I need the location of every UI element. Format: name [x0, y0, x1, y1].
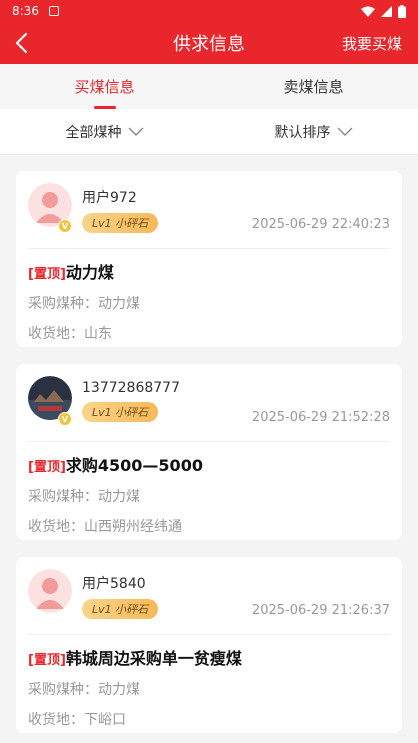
pinned-tag: [置顶]: [28, 653, 66, 668]
coal-type-row: 采购煤种：动力煤: [28, 293, 390, 313]
post-title: [置顶]求购4500—5000: [28, 452, 390, 476]
back-button[interactable]: [0, 22, 42, 64]
post-title: [置顶]韩城周边采购单一贫瘦煤: [28, 645, 390, 669]
sort-filter-label: 默认排序: [274, 124, 331, 141]
post-header: V 13772868777 Lv1 小砰石 2025-06-29 21:52:2…: [28, 376, 390, 442]
post-time: 2025-06-29 21:52:28: [251, 410, 390, 425]
verified-icon: V: [58, 219, 72, 233]
coal-type-label: 采购煤种：: [28, 489, 98, 505]
delivery-row: 收货地：山东: [28, 323, 390, 343]
sort-filter[interactable]: 默认排序: [209, 109, 418, 154]
wifi-icon: [361, 6, 375, 17]
delivery-row: 收货地：下峪口: [28, 709, 390, 729]
signal-icon: [381, 5, 392, 17]
pinned-tag: [置顶]: [28, 460, 66, 475]
coal-type-row: 采购煤种：动力煤: [28, 679, 390, 699]
delivery-value: 山东: [84, 326, 112, 342]
coal-type-row: 采购煤种：动力煤: [28, 486, 390, 506]
post-title-text: 求购4500—5000: [65, 456, 203, 475]
pinned-tag: [置顶]: [28, 267, 66, 282]
chevron-down-icon: [128, 127, 143, 136]
status-time: 8:36: [12, 4, 39, 18]
post-title: [置顶]动力煤: [28, 259, 390, 283]
coal-type-value: 动力煤: [98, 682, 140, 698]
battery-icon: [398, 4, 406, 18]
post-list: V 用户972 Lv1 小砰石 2025-06-29 22:40:23 [置顶]…: [0, 155, 418, 733]
post-header: 用户5840 Lv1 小砰石 2025-06-29 21:26:37: [28, 569, 390, 635]
avatar: V: [28, 183, 72, 233]
coal-type-filter-label: 全部煤种: [65, 124, 122, 141]
post-card[interactable]: V 13772868777 Lv1 小砰石 2025-06-29 21:52:2…: [16, 364, 402, 540]
user-name: 13772868777: [82, 380, 180, 396]
status-bar: 8:36: [0, 0, 418, 22]
chevron-down-icon: [337, 127, 352, 136]
avatar: V: [28, 376, 72, 426]
coal-type-label: 采购煤种：: [28, 682, 98, 698]
post-header: V 用户972 Lv1 小砰石 2025-06-29 22:40:23: [28, 183, 390, 249]
post-time: 2025-06-29 21:26:37: [251, 603, 390, 618]
coal-type-value: 动力煤: [98, 296, 140, 312]
delivery-label: 收货地：: [28, 519, 84, 535]
avatar: [28, 569, 72, 613]
delivery-label: 收货地：: [28, 712, 84, 728]
level-badge: Lv1 小砰石: [82, 599, 159, 619]
coal-type-filter[interactable]: 全部煤种: [0, 109, 209, 154]
user-name: 用户972: [82, 190, 137, 206]
post-time: 2025-06-29 22:40:23: [251, 217, 390, 232]
post-card[interactable]: V 用户972 Lv1 小砰石 2025-06-29 22:40:23 [置顶]…: [16, 171, 402, 347]
verified-icon: V: [58, 412, 72, 426]
user-name: 用户5840: [82, 576, 146, 592]
level-badge: Lv1 小砰石: [82, 402, 159, 422]
delivery-label: 收货地：: [28, 326, 84, 342]
delivery-value: 山西朔州经纬通: [84, 519, 182, 535]
delivery-row: 收货地：山西朔州经纬通: [28, 516, 390, 536]
default-avatar-icon: [28, 569, 72, 613]
level-badge: Lv1 小砰石: [82, 213, 159, 233]
post-title-text: 动力煤: [65, 263, 114, 282]
nav-bar: 供求信息 我要买煤: [0, 22, 418, 64]
delivery-value: 下峪口: [84, 712, 126, 728]
tab-buy-coal[interactable]: 买煤信息: [0, 64, 209, 109]
filter-bar: 全部煤种 默认排序: [0, 109, 418, 155]
post-card[interactable]: 用户5840 Lv1 小砰石 2025-06-29 21:26:37 [置顶]韩…: [16, 557, 402, 733]
coal-type-label: 采购煤种：: [28, 296, 98, 312]
notification-icon: [48, 6, 59, 16]
tab-sell-coal[interactable]: 卖煤信息: [209, 64, 418, 109]
post-title-text: 韩城周边采购单一贫瘦煤: [65, 649, 242, 668]
tab-bar: 买煤信息 卖煤信息: [0, 64, 418, 109]
buy-coal-button[interactable]: 我要买煤: [342, 33, 402, 54]
coal-type-value: 动力煤: [98, 489, 140, 505]
chevron-left-icon: [15, 32, 28, 54]
